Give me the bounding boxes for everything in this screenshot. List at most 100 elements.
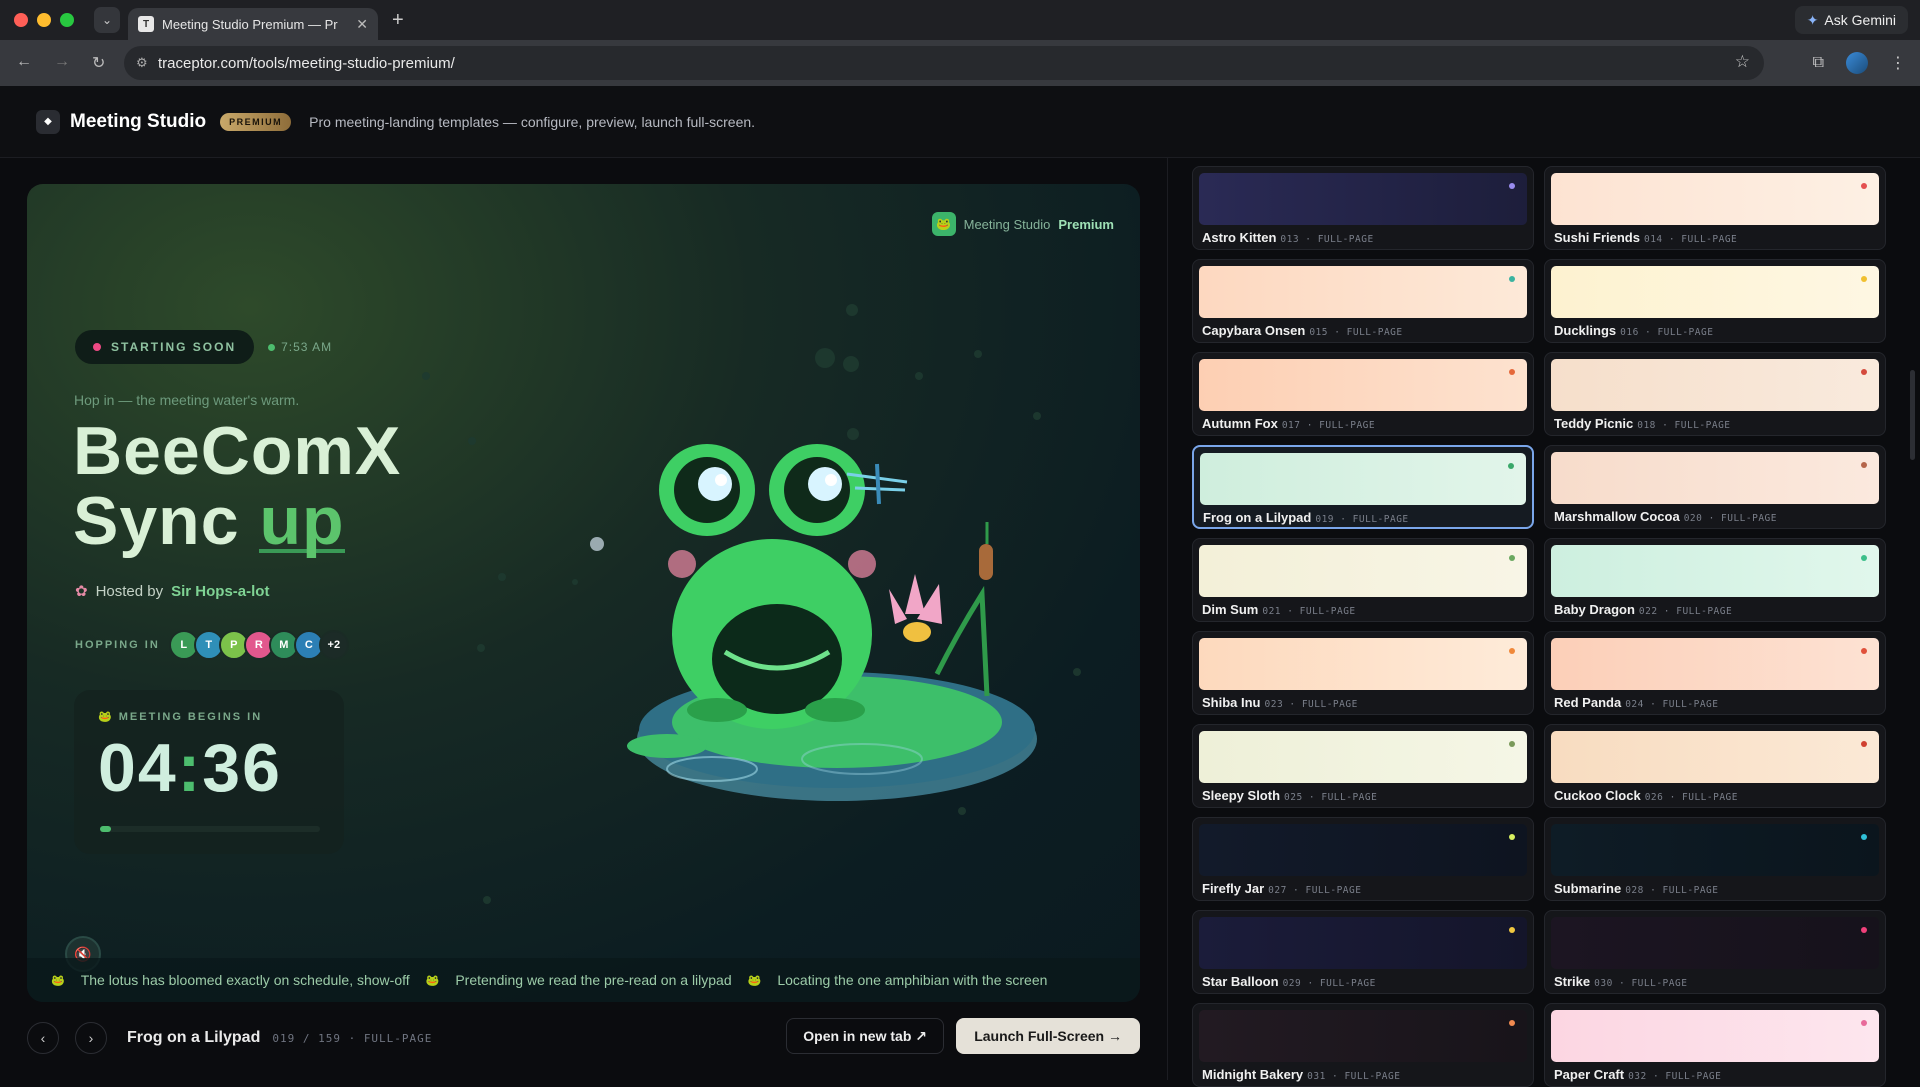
- frog-icon: 🐸: [51, 974, 65, 987]
- template-card[interactable]: Sleepy Sloth 025 · FULL-PAGE: [1192, 724, 1534, 808]
- address-bar-row: ← → ↻ ⚙ traceptor.com/tools/meeting-stud…: [0, 40, 1920, 86]
- attendee-avatars: L T P R M C +2: [168, 630, 349, 660]
- accent-dot: [1861, 276, 1867, 282]
- template-card[interactable]: Marshmallow Cocoa 020 · FULL-PAGE: [1544, 445, 1886, 529]
- extensions-icon[interactable]: ⧉: [1813, 54, 1824, 72]
- ticker-bar: 🐸 The lotus has bloomed exactly on schedu…: [27, 958, 1140, 1002]
- navigation-buttons: ← → ↻: [0, 53, 105, 73]
- url-field[interactable]: ⚙ traceptor.com/tools/meeting-studio-pre…: [124, 46, 1764, 80]
- accent-dot: [1509, 741, 1515, 747]
- template-card[interactable]: Ducklings 016 · FULL-PAGE: [1544, 259, 1886, 343]
- accent-dot: [1509, 369, 1515, 375]
- template-thumbnail: [1200, 453, 1526, 505]
- maximize-window-button[interactable]: [60, 13, 74, 27]
- template-card[interactable]: Shiba Inu 023 · FULL-PAGE: [1192, 631, 1534, 715]
- attendee-avatar: +2: [318, 630, 349, 660]
- template-card[interactable]: Dim Sum 021 · FULL-PAGE: [1192, 538, 1534, 622]
- forward-icon[interactable]: →: [54, 53, 70, 73]
- template-card[interactable]: Submarine 028 · FULL-PAGE: [1544, 817, 1886, 901]
- template-title-row: Submarine 028 · FULL-PAGE: [1551, 881, 1879, 896]
- window-controls: [0, 13, 74, 27]
- preview-footer: ‹ › Frog on a Lilypad 019 / 159 · FULL-P…: [27, 1018, 1140, 1058]
- close-tab-icon[interactable]: ✕: [356, 16, 368, 33]
- profile-avatar[interactable]: [1846, 52, 1868, 74]
- browser-tab[interactable]: T Meeting Studio Premium — Pr ✕: [128, 8, 378, 40]
- template-meta: 020 · FULL-PAGE: [1683, 513, 1777, 524]
- lotus-icon: ✿: [75, 583, 88, 600]
- template-title-row: Star Balloon 029 · FULL-PAGE: [1199, 974, 1527, 989]
- countdown-label: MEETING BEGINS IN: [118, 711, 263, 723]
- template-title-row: Cuckoo Clock 026 · FULL-PAGE: [1551, 788, 1879, 803]
- host-row: ✿ Hosted by Sir Hops-a-lot: [75, 582, 270, 601]
- template-card[interactable]: Paper Craft 032 · FULL-PAGE: [1544, 1003, 1886, 1087]
- template-card[interactable]: Midnight Bakery 031 · FULL-PAGE: [1192, 1003, 1534, 1087]
- template-card[interactable]: Frog on a Lilypad 019 · FULL-PAGE: [1192, 445, 1534, 529]
- reload-icon[interactable]: ↻: [92, 53, 105, 73]
- template-title-row: Teddy Picnic 018 · FULL-PAGE: [1551, 416, 1879, 431]
- template-meta: 016 · FULL-PAGE: [1620, 327, 1714, 338]
- status-pill: STARTING SOON: [75, 330, 255, 364]
- template-card[interactable]: Red Panda 024 · FULL-PAGE: [1544, 631, 1886, 715]
- template-card[interactable]: Star Balloon 029 · FULL-PAGE: [1192, 910, 1534, 994]
- template-card[interactable]: Capybara Onsen 015 · FULL-PAGE: [1192, 259, 1534, 343]
- new-tab-button[interactable]: +: [392, 9, 404, 32]
- template-thumbnail: [1551, 731, 1879, 783]
- ask-gemini-button[interactable]: ✦ Ask Gemini: [1794, 6, 1908, 34]
- template-title-row: Firefly Jar 027 · FULL-PAGE: [1199, 881, 1527, 896]
- accent-dot: [1861, 183, 1867, 189]
- app-name: Meeting Studio: [70, 110, 207, 132]
- meeting-title-line2a: Sync: [73, 483, 240, 559]
- close-window-button[interactable]: [14, 13, 28, 27]
- template-thumbnail: [1199, 824, 1527, 876]
- template-thumbnail: [1551, 824, 1879, 876]
- accent-dot: [1509, 555, 1515, 561]
- template-card[interactable]: Teddy Picnic 018 · FULL-PAGE: [1544, 352, 1886, 436]
- template-meta: 014 · FULL-PAGE: [1643, 234, 1738, 245]
- template-title-row: Frog on a Lilypad 019 · FULL-PAGE: [1200, 510, 1526, 525]
- template-title-row: Baby Dragon 022 · FULL-PAGE: [1551, 602, 1879, 617]
- ticker-item: The lotus has bloomed exactly on schedul…: [80, 972, 410, 988]
- template-thumbnail: [1551, 1010, 1879, 1062]
- host-name: Sir Hops-a-lot: [171, 582, 270, 600]
- launch-fullscreen-button[interactable]: Launch Full-Screen →: [956, 1018, 1140, 1054]
- template-card[interactable]: Firefly Jar 027 · FULL-PAGE: [1192, 817, 1534, 901]
- template-card[interactable]: Baby Dragon 022 · FULL-PAGE: [1544, 538, 1886, 622]
- template-thumbnail: [1551, 452, 1879, 504]
- template-name: Dim Sum: [1202, 602, 1259, 617]
- time-dot: [268, 343, 276, 351]
- site-settings-icon[interactable]: ⚙: [136, 55, 148, 71]
- app-header: ◆ Meeting Studio PREMIUM Pro meeting-lan…: [0, 86, 1920, 158]
- template-meta: 017 · FULL-PAGE: [1281, 420, 1376, 431]
- tab-search-button[interactable]: ⌄: [94, 7, 120, 33]
- template-card[interactable]: Autumn Fox 017 · FULL-PAGE: [1192, 352, 1534, 436]
- template-meta: 026 · FULL-PAGE: [1644, 792, 1738, 803]
- current-template-name: Frog on a Lilypad: [127, 1029, 261, 1046]
- app-tagline: Pro meeting-landing templates — configur…: [309, 113, 756, 130]
- template-thumbnail: [1199, 917, 1527, 969]
- menu-kebab-icon[interactable]: ⋮: [1890, 53, 1906, 73]
- hopping-label: HOPPING IN: [75, 639, 160, 651]
- next-template-button[interactable]: ›: [75, 1022, 107, 1054]
- template-card[interactable]: Strike 030 · FULL-PAGE: [1544, 910, 1886, 994]
- template-card[interactable]: Astro Kitten 013 · FULL-PAGE: [1192, 166, 1534, 250]
- bookmark-star-icon[interactable]: ☆: [1735, 52, 1750, 72]
- open-new-tab-button[interactable]: Open in new tab ↗: [786, 1018, 944, 1054]
- accent-dot: [1861, 369, 1867, 375]
- ask-gemini-label: Ask Gemini: [1824, 12, 1896, 28]
- accent-dot: [1861, 648, 1867, 654]
- template-name: Cuckoo Clock: [1554, 788, 1641, 803]
- countdown-minutes: 04: [98, 730, 178, 806]
- status-dot: [93, 343, 101, 351]
- status-row: STARTING SOON 7:53 AM: [75, 330, 332, 364]
- back-icon[interactable]: ←: [16, 53, 32, 73]
- minimize-window-button[interactable]: [37, 13, 51, 27]
- template-card[interactable]: Cuckoo Clock 026 · FULL-PAGE: [1544, 724, 1886, 808]
- template-card[interactable]: Sushi Friends 014 · FULL-PAGE: [1544, 166, 1886, 250]
- grid-scrollbar[interactable]: [1910, 370, 1915, 460]
- template-name: Marshmallow Cocoa: [1554, 509, 1680, 524]
- template-meta: 030 · FULL-PAGE: [1594, 978, 1688, 989]
- template-meta: 022 · FULL-PAGE: [1638, 606, 1733, 617]
- previous-template-button[interactable]: ‹: [27, 1022, 59, 1054]
- accent-dot: [1509, 834, 1515, 840]
- template-meta: 013 · FULL-PAGE: [1280, 234, 1374, 245]
